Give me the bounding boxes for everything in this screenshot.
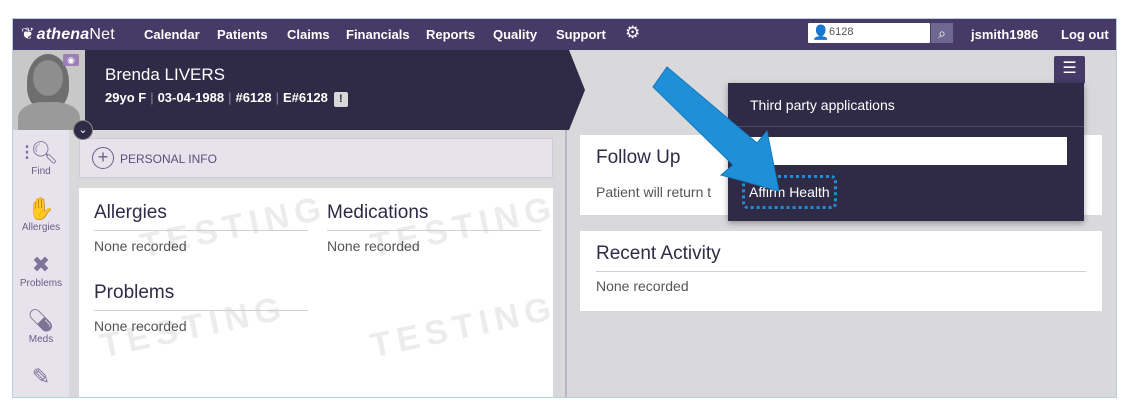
logo-prefix: athena — [36, 26, 90, 43]
nav-calendar[interactable]: Calendar — [144, 27, 200, 42]
testing-watermark: TESTING — [367, 288, 561, 366]
sidebar-item-allergies[interactable]: ✋ Allergies — [13, 196, 69, 233]
testing-watermark: TESTING — [367, 188, 561, 266]
vaccine-icon: ✎ — [31, 364, 51, 389]
hamburger-menu-button[interactable]: ☰ — [1054, 56, 1085, 84]
problems-value: None recorded — [94, 318, 187, 334]
divider — [94, 230, 308, 231]
sidebar-item-vaccines[interactable]: ✎ — [13, 364, 69, 390]
camera-icon[interactable]: ◉ — [63, 54, 79, 66]
dropdown-title: Third party applications — [750, 97, 895, 113]
left-sidebar: ⁝🔍︎ Find ✋ Allergies ✖ Problems 💊︎ Meds … — [13, 130, 69, 397]
recent-activity-value: None recorded — [596, 278, 689, 294]
sidebar-item-meds[interactable]: 💊︎ Meds — [13, 308, 69, 345]
app-item-affirm-health[interactable]: Affirm Health — [742, 175, 837, 209]
divider — [94, 310, 308, 311]
patient-dob: 03-04-1988 — [157, 90, 225, 105]
sidebar-item-find[interactable]: ⁝🔍︎ Find — [13, 140, 69, 177]
sidebar-item-label: Allergies — [21, 222, 61, 233]
top-nav-bar: ❦ athenaNet Calendar Patients Claims Fina… — [13, 19, 1116, 50]
divider — [327, 230, 541, 231]
follow-up-title[interactable]: Follow Up — [596, 147, 680, 169]
search-icon: ⌕ — [748, 141, 757, 158]
personal-info-bar[interactable]: + PERSONAL INFO — [79, 138, 553, 178]
medications-value: None recorded — [327, 238, 420, 254]
logo-suffix: Net — [89, 26, 115, 43]
patient-search-value: 6128 — [829, 26, 854, 38]
person-icon: 👤 — [812, 24, 830, 40]
athenanet-logo[interactable]: ❦ athenaNet — [21, 24, 115, 44]
patient-mrn: #6128 — [235, 90, 272, 105]
plus-circle-icon: + — [92, 147, 114, 169]
personal-info-label: PERSONAL INFO — [120, 152, 217, 166]
panel-divider[interactable] — [565, 130, 567, 397]
follow-up-value: Patient will return t — [596, 184, 712, 200]
testing-watermark: TESTING — [137, 188, 331, 266]
patient-name: Brenda LIVERS — [105, 65, 226, 84]
problems-icon: ✖ — [31, 252, 51, 277]
username-link[interactable]: jsmith1986 — [971, 27, 1038, 42]
avatar[interactable]: ◉ — [13, 50, 85, 130]
nav-financials[interactable]: Financials — [346, 27, 410, 42]
nav-quality[interactable]: Quality — [493, 27, 537, 42]
patient-banner: ◉ ⌄ Brenda LIVERS 29yo F | 03-04-1988 | #612… — [13, 50, 569, 140]
nav-reports[interactable]: Reports — [426, 27, 475, 42]
nav-support[interactable]: Support — [556, 27, 606, 42]
allergies-title[interactable]: Allergies — [94, 202, 167, 224]
logo-mark-icon: ❦ — [21, 26, 35, 43]
patient-enterprise-id: E#6128 — [283, 90, 328, 105]
gear-icon[interactable]: ⚙ — [625, 23, 640, 43]
nav-patients[interactable]: Patients — [217, 27, 268, 42]
app-window: ❦ athenaNet Calendar Patients Claims Fina… — [12, 18, 1117, 398]
recent-activity-title[interactable]: Recent Activity — [596, 243, 721, 265]
sidebar-item-label: Meds — [28, 334, 54, 345]
sidebar-item-label: Find — [31, 166, 51, 177]
banner-arrow-tip — [569, 50, 585, 130]
sidebar-item-problems[interactable]: ✖ Problems — [13, 252, 69, 289]
recent-activity-card: Recent Activity None recorded — [580, 231, 1102, 311]
app-search-input[interactable] — [743, 137, 1067, 165]
patient-search-input[interactable]: 👤 6128 — [808, 23, 930, 43]
meds-icon: 💊︎ — [27, 308, 55, 333]
logout-link[interactable]: Log out — [1061, 27, 1109, 42]
chevron-down-icon[interactable]: ⌄ — [73, 120, 93, 140]
divider — [728, 126, 1084, 127]
medications-title[interactable]: Medications — [327, 202, 428, 224]
clinical-summary-panel: + PERSONAL INFO TESTING TESTING TESTING … — [69, 130, 565, 397]
allergies-value: None recorded — [94, 238, 187, 254]
allergies-icon: ✋ — [27, 196, 55, 221]
problems-title[interactable]: Problems — [94, 282, 174, 304]
alert-icon[interactable]: ! — [333, 92, 348, 107]
search-icon[interactable]: ⌕ — [931, 23, 953, 43]
divider — [596, 271, 1086, 272]
clinical-card: TESTING TESTING TESTING TESTING Allergie… — [79, 188, 560, 397]
patient-age-sex: 29yo F — [105, 90, 147, 105]
sidebar-item-label: Problems — [19, 278, 63, 289]
find-icon: ⁝🔍︎ — [23, 140, 59, 165]
patient-demographics: 29yo F | 03-04-1988 | #6128 | E#6128! — [105, 90, 348, 107]
third-party-apps-dropdown: Third party applications ⌕ Affirm Health — [728, 83, 1084, 221]
nav-claims[interactable]: Claims — [287, 27, 330, 42]
